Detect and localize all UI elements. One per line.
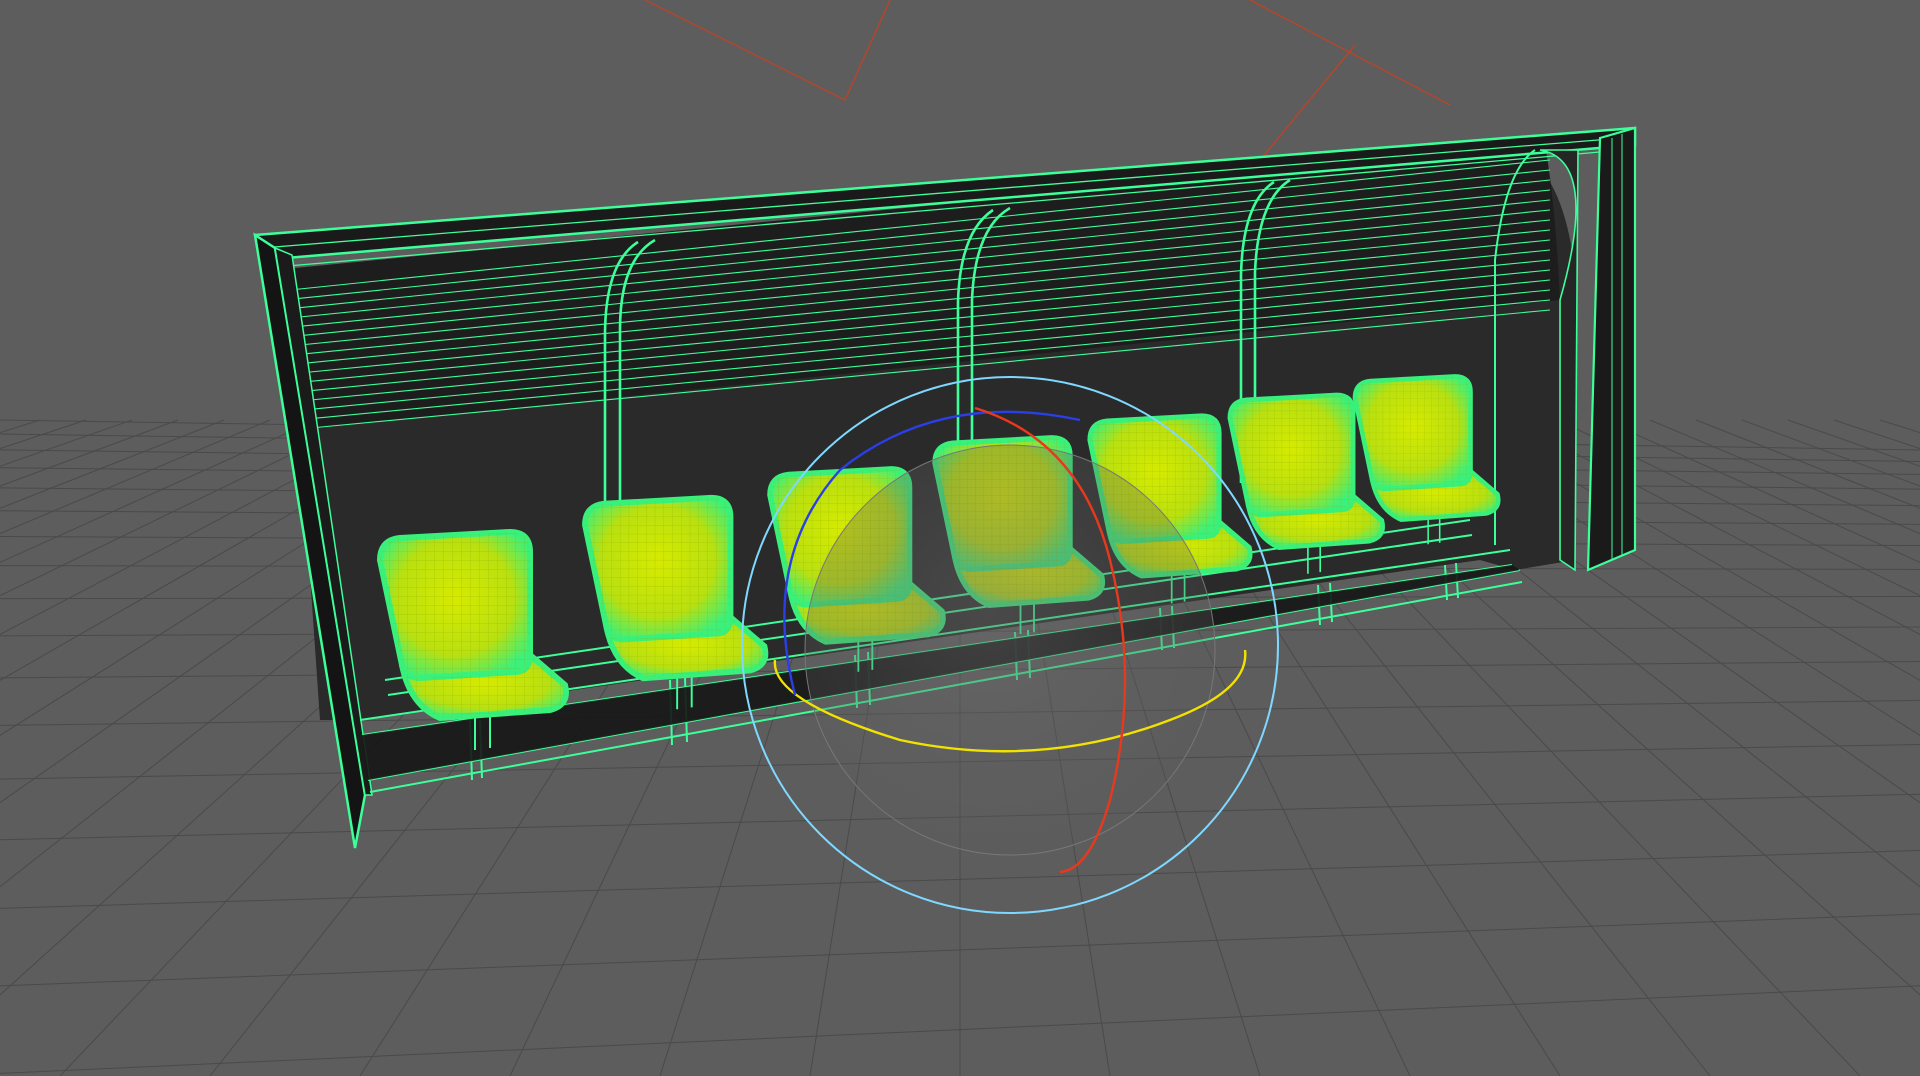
grid-line xyxy=(0,419,225,509)
grid-line xyxy=(0,419,179,487)
viewport-scene[interactable] xyxy=(0,0,1920,1076)
manipulator-sphere xyxy=(804,444,1216,856)
grid-line xyxy=(0,419,41,434)
grid-line xyxy=(1649,419,1920,535)
grid-line xyxy=(1741,419,1920,487)
grid-line xyxy=(0,419,317,563)
3d-viewport[interactable] xyxy=(0,0,1920,1076)
grid-line xyxy=(0,419,87,450)
grid-line xyxy=(1833,419,1920,450)
grid-line xyxy=(1603,419,1920,563)
grid-line xyxy=(1879,419,1920,434)
